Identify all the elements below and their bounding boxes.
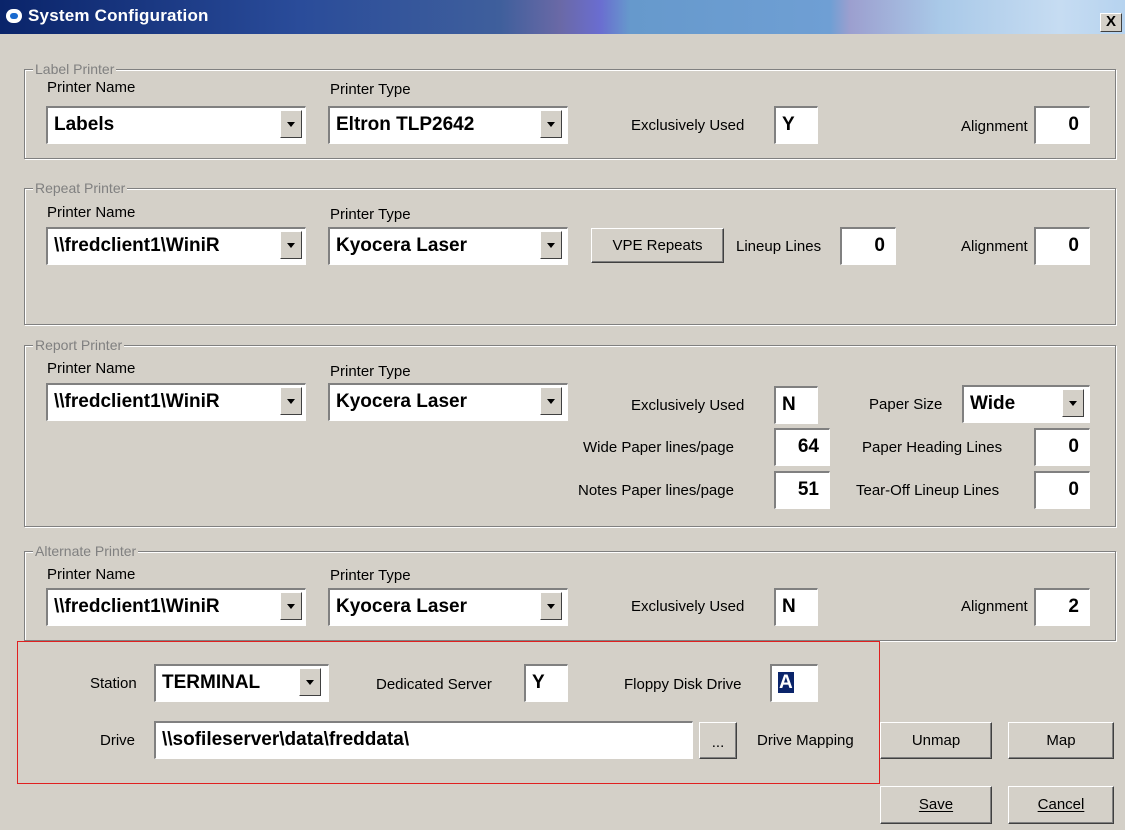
drive-mapping-label: Drive Mapping <box>757 732 854 749</box>
repeat-printer-type-label: Printer Type <box>330 206 411 223</box>
report-exclusive-label: Exclusively Used <box>631 397 745 414</box>
paper-size-label: Paper Size <box>869 396 943 413</box>
chevron-down-icon[interactable] <box>280 592 302 620</box>
label-printer-type-select[interactable]: Eltron TLP2642 <box>328 106 568 144</box>
chevron-down-icon[interactable] <box>540 387 562 415</box>
chevron-down-icon[interactable] <box>280 110 302 138</box>
repeat-alignment-field[interactable]: 0 <box>1034 227 1090 265</box>
label-exclusive-field[interactable]: Y <box>774 106 818 144</box>
chevron-down-icon[interactable] <box>299 668 321 696</box>
alternate-exclusive-label: Exclusively Used <box>631 598 745 615</box>
dedicated-server-label: Dedicated Server <box>376 676 492 693</box>
chevron-down-icon[interactable] <box>540 592 562 620</box>
label-printer-name-select[interactable]: Labels <box>46 106 306 144</box>
label-printer-name-label: Printer Name <box>47 79 136 96</box>
floppy-drive-value: A <box>778 672 794 693</box>
drive-path-field[interactable]: \\sofileserver\data\freddata\ <box>154 721 693 759</box>
title-bar: System Configuration X <box>0 0 1125 34</box>
label-alignment-label: Alignment <box>961 118 1028 135</box>
wide-lines-label: Wide Paper lines/page <box>583 439 734 456</box>
tearoff-lines-label: Tear-Off Lineup Lines <box>856 482 1000 499</box>
chevron-down-icon[interactable] <box>1062 389 1084 417</box>
report-printer-group <box>24 345 1116 527</box>
report-printer-legend: Report Printer <box>33 337 125 353</box>
window-title: System Configuration <box>28 6 209 25</box>
chevron-down-icon[interactable] <box>280 231 302 259</box>
alternate-printer-type-label: Printer Type <box>330 567 411 584</box>
repeat-lineup-label: Lineup Lines <box>736 238 822 255</box>
wide-lines-field[interactable]: 64 <box>774 428 830 466</box>
chevron-down-icon[interactable] <box>280 387 302 415</box>
app-icon <box>6 9 22 23</box>
highlight-box <box>17 641 880 784</box>
alternate-alignment-field[interactable]: 2 <box>1034 588 1090 626</box>
notes-lines-label: Notes Paper lines/page <box>578 482 734 499</box>
report-printer-name-label: Printer Name <box>47 360 136 377</box>
alternate-printer-name-label: Printer Name <box>47 566 136 583</box>
dedicated-server-field[interactable]: Y <box>524 664 568 702</box>
chevron-down-icon[interactable] <box>540 110 562 138</box>
map-button[interactable]: Map <box>1008 722 1114 759</box>
repeat-printer-name-label: Printer Name <box>47 204 136 221</box>
heading-lines-field[interactable]: 0 <box>1034 428 1090 466</box>
browse-button[interactable]: ... <box>699 722 737 759</box>
alternate-printer-name-select[interactable]: \\fredclient1\WiniR <box>46 588 306 626</box>
label-printer-legend: Label Printer <box>33 61 117 77</box>
vpe-repeats-button[interactable]: VPE Repeats <box>591 228 724 263</box>
repeat-printer-name-select[interactable]: \\fredclient1\WiniR <box>46 227 306 265</box>
report-printer-name-select[interactable]: \\fredclient1\WiniR <box>46 383 306 421</box>
repeat-alignment-label: Alignment <box>961 238 1028 255</box>
save-button-label: Save <box>918 796 954 813</box>
report-exclusive-field[interactable]: N <box>774 386 818 424</box>
station-label: Station <box>90 675 137 692</box>
tearoff-lines-field[interactable]: 0 <box>1034 471 1090 509</box>
floppy-drive-field[interactable]: A <box>770 664 818 702</box>
repeat-printer-type-select[interactable]: Kyocera Laser <box>328 227 568 265</box>
repeat-printer-legend: Repeat Printer <box>33 180 128 196</box>
heading-lines-label: Paper Heading Lines <box>862 439 1003 456</box>
drive-label: Drive <box>100 732 136 749</box>
unmap-button[interactable]: Unmap <box>880 722 992 759</box>
label-exclusive-label: Exclusively Used <box>631 117 745 134</box>
cancel-button-label: Cancel <box>1037 796 1085 813</box>
label-printer-type-label: Printer Type <box>330 81 411 98</box>
report-printer-type-select[interactable]: Kyocera Laser <box>328 383 568 421</box>
label-alignment-field[interactable]: 0 <box>1034 106 1090 144</box>
report-printer-type-label: Printer Type <box>330 363 411 380</box>
alternate-printer-legend: Alternate Printer <box>33 543 139 559</box>
alternate-alignment-label: Alignment <box>961 598 1028 615</box>
cancel-button[interactable]: Cancel <box>1008 786 1114 824</box>
alternate-exclusive-field[interactable]: N <box>774 588 818 626</box>
save-button[interactable]: Save <box>880 786 992 824</box>
notes-lines-field[interactable]: 51 <box>774 471 830 509</box>
close-button[interactable]: X <box>1100 13 1122 32</box>
floppy-drive-label: Floppy Disk Drive <box>624 676 742 693</box>
chevron-down-icon[interactable] <box>540 231 562 259</box>
alternate-printer-type-select[interactable]: Kyocera Laser <box>328 588 568 626</box>
repeat-lineup-field[interactable]: 0 <box>840 227 896 265</box>
